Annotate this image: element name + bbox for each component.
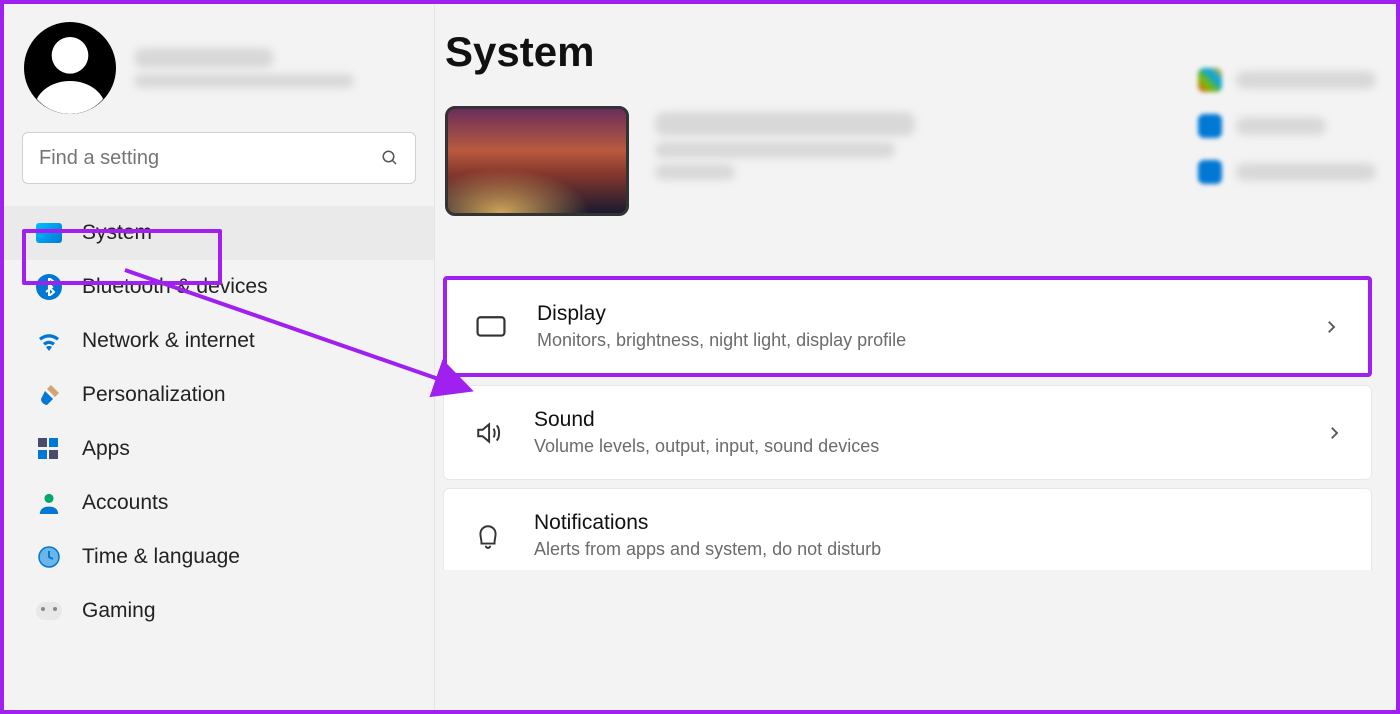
setting-sound[interactable]: Sound Volume levels, output, input, soun… bbox=[443, 385, 1372, 480]
sound-icon bbox=[472, 417, 504, 449]
setting-title: Notifications bbox=[534, 511, 1343, 535]
sidebar-item-bluetooth[interactable]: Bluetooth & devices bbox=[4, 260, 434, 314]
device-info-section bbox=[445, 106, 1376, 216]
sidebar: System Bluetooth & devices Network & int… bbox=[4, 4, 434, 710]
search-input[interactable] bbox=[22, 132, 416, 184]
device-thumbnail[interactable] bbox=[445, 106, 629, 216]
sidebar-item-personalization[interactable]: Personalization bbox=[4, 368, 434, 422]
clock-globe-icon bbox=[36, 544, 62, 570]
chevron-right-icon bbox=[1325, 424, 1343, 442]
gamepad-icon bbox=[36, 598, 62, 624]
quick-links-blurred bbox=[1198, 46, 1376, 206]
sidebar-item-label: Accounts bbox=[82, 491, 168, 515]
setting-subtitle: Monitors, brightness, night light, displ… bbox=[537, 330, 1292, 351]
sidebar-item-time-language[interactable]: Time & language bbox=[4, 530, 434, 584]
sidebar-item-apps[interactable]: Apps bbox=[4, 422, 434, 476]
profile-name-blurred bbox=[134, 42, 414, 94]
sidebar-item-gaming[interactable]: Gaming bbox=[4, 584, 434, 638]
setting-display[interactable]: Display Monitors, brightness, night ligh… bbox=[443, 276, 1372, 377]
setting-title: Sound bbox=[534, 408, 1295, 432]
device-name-blurred bbox=[655, 106, 915, 186]
settings-list: Display Monitors, brightness, night ligh… bbox=[443, 276, 1372, 570]
sidebar-item-label: Network & internet bbox=[82, 329, 255, 353]
sidebar-item-network[interactable]: Network & internet bbox=[4, 314, 434, 368]
person-icon bbox=[36, 490, 62, 516]
avatar[interactable] bbox=[24, 22, 116, 114]
apps-icon bbox=[36, 436, 62, 462]
sidebar-item-label: System bbox=[82, 221, 152, 245]
search-field[interactable] bbox=[39, 147, 381, 170]
main-pane: System Display Monitors, brightness, nig… bbox=[434, 4, 1396, 710]
setting-notifications[interactable]: Notifications Alerts from apps and syste… bbox=[443, 488, 1372, 570]
sidebar-item-label: Bluetooth & devices bbox=[82, 275, 268, 299]
nav: System Bluetooth & devices Network & int… bbox=[4, 206, 434, 710]
display-icon bbox=[475, 311, 507, 343]
wifi-icon bbox=[36, 328, 62, 354]
setting-title: Display bbox=[537, 302, 1292, 326]
system-icon bbox=[36, 220, 62, 246]
sidebar-item-label: Apps bbox=[82, 437, 130, 461]
profile-section[interactable] bbox=[4, 22, 434, 132]
setting-subtitle: Volume levels, output, input, sound devi… bbox=[534, 436, 1295, 457]
setting-subtitle: Alerts from apps and system, do not dist… bbox=[534, 539, 1343, 560]
bluetooth-icon bbox=[36, 274, 62, 300]
sidebar-item-label: Personalization bbox=[82, 383, 226, 407]
paintbrush-icon bbox=[36, 382, 62, 408]
bell-icon bbox=[472, 520, 504, 552]
chevron-right-icon bbox=[1322, 318, 1340, 336]
search-icon bbox=[381, 149, 399, 167]
sidebar-item-accounts[interactable]: Accounts bbox=[4, 476, 434, 530]
sidebar-item-system[interactable]: System bbox=[4, 206, 434, 260]
sidebar-item-label: Gaming bbox=[82, 599, 156, 623]
sidebar-item-label: Time & language bbox=[82, 545, 240, 569]
